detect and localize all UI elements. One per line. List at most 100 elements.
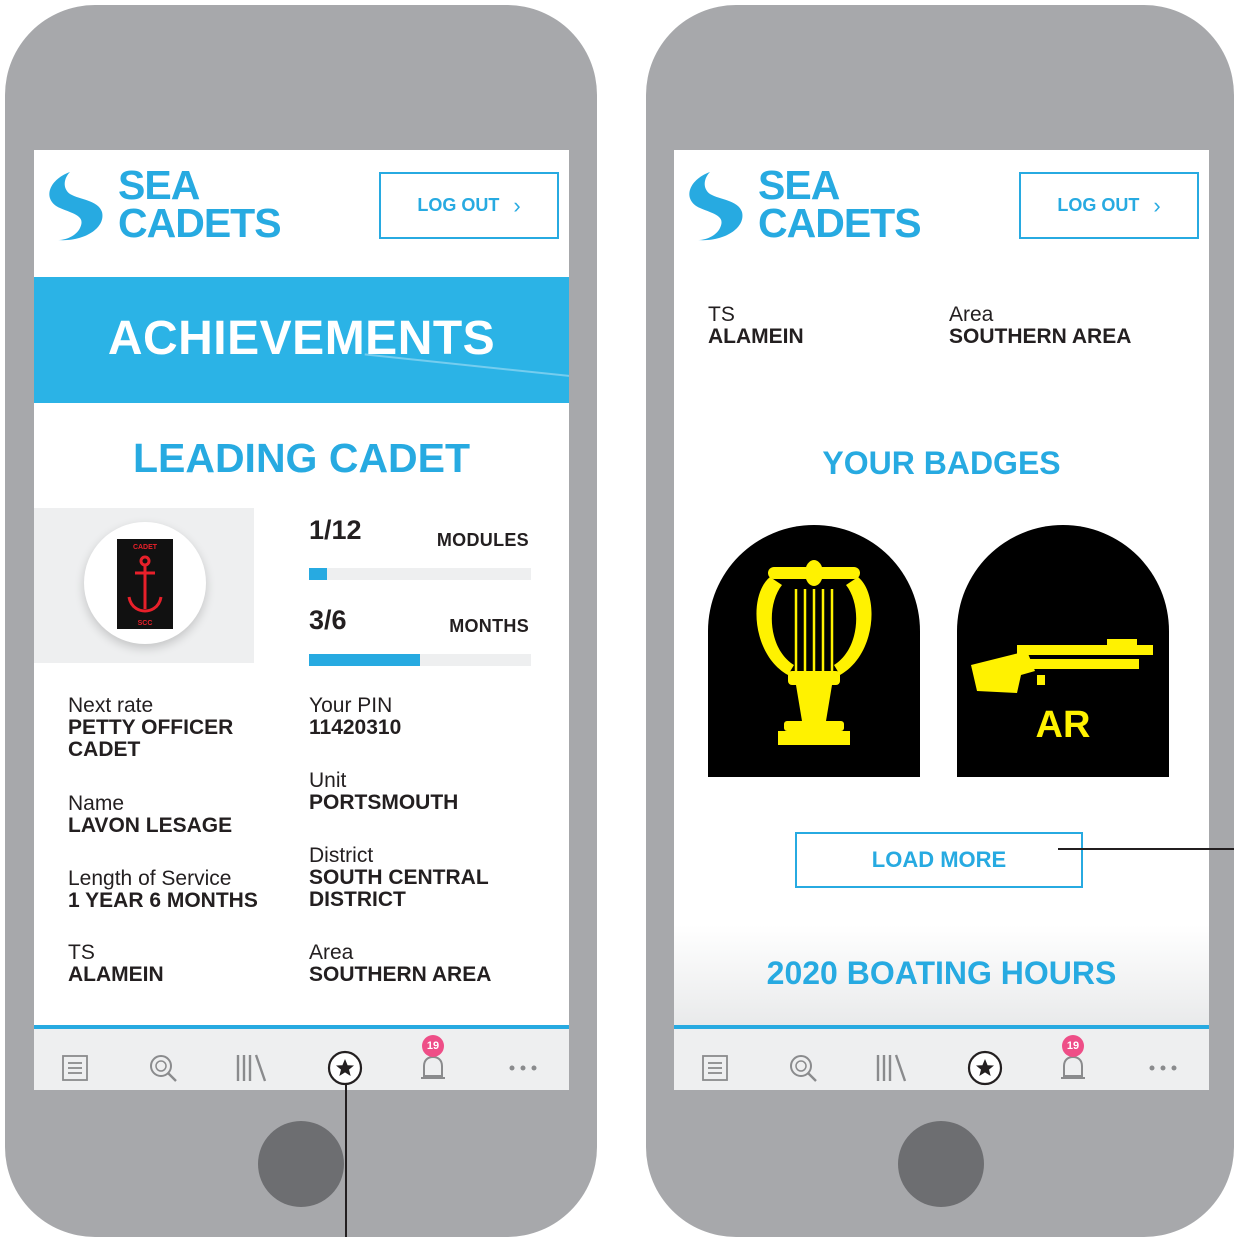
name-key: Name xyxy=(68,792,125,815)
months-progress-label: MONTHS xyxy=(449,616,529,636)
callout-line-tab xyxy=(345,1085,347,1237)
list-icon xyxy=(702,1055,728,1081)
current-rank-title: LEADING CADET xyxy=(132,435,471,481)
sea-cadets-logo: SEA CADETS xyxy=(40,162,310,248)
brand-line-2: CADETS xyxy=(118,200,282,246)
svg-text:CADET: CADET xyxy=(133,544,158,551)
rifle-badge[interactable]: AR xyxy=(957,525,1169,777)
name-info: Name LAVON LESAGE xyxy=(68,793,298,837)
brand-line-2: CADETS xyxy=(758,200,922,246)
tab-notifications[interactable]: 19 xyxy=(414,1035,452,1087)
ts-key: TS xyxy=(708,303,735,326)
area-info: Area SOUTHERN AREA xyxy=(949,304,1199,348)
notification-count-badge: 19 xyxy=(1062,1035,1084,1057)
length-of-service-key: Length of Service xyxy=(68,867,232,890)
anchor-icon: CADET SCC xyxy=(117,539,173,629)
area-info: Area SOUTHERN AREA xyxy=(309,942,559,986)
more-icon xyxy=(509,1065,537,1071)
tab-library[interactable] xyxy=(232,1049,270,1087)
library-icon xyxy=(876,1054,907,1082)
logout-button[interactable]: LOG OUT › xyxy=(379,172,559,239)
unit-key: Unit xyxy=(309,769,347,792)
badges-screen: SEA CADETS LOG OUT › TS ALAMEIN Area SOU… xyxy=(674,150,1209,1090)
next-rate-value: PETTY OFFICER CADET xyxy=(68,716,234,761)
tab-list[interactable] xyxy=(696,1049,734,1087)
ts-info: TS ALAMEIN xyxy=(68,942,288,986)
brand-wordmark: SEA CADETS xyxy=(758,162,922,246)
area-value: SOUTHERN AREA xyxy=(949,325,1132,348)
callout-line-load-more xyxy=(1058,848,1234,850)
months-progress-value: 3/6 xyxy=(309,605,347,635)
tab-achievements[interactable] xyxy=(326,1049,364,1087)
tab-bar: 19 xyxy=(674,1025,1209,1090)
musician-badge[interactable] xyxy=(708,525,920,777)
page-title: ACHIEVEMENTS xyxy=(107,312,496,365)
ts-info: TS ALAMEIN xyxy=(708,304,908,348)
logo-wave-icon xyxy=(49,172,103,241)
search-icon xyxy=(150,1055,177,1082)
tab-more[interactable] xyxy=(504,1049,542,1087)
length-of-service-info: Length of Service 1 YEAR 6 MONTHS xyxy=(68,868,308,912)
chevron-right-icon: › xyxy=(1153,192,1161,218)
notification-count-badge: 19 xyxy=(422,1035,444,1057)
pin-key: Your PIN xyxy=(309,694,393,717)
tab-search[interactable] xyxy=(784,1049,822,1087)
tab-more[interactable] xyxy=(1144,1049,1182,1087)
logout-button[interactable]: LOG OUT › xyxy=(1019,172,1199,239)
brand-line-1: SEA xyxy=(758,162,840,208)
load-more-button[interactable]: LOAD MORE xyxy=(795,832,1083,888)
phone-frame-achievements: SEA CADETS LOG OUT › ACHIEVEMENTS LEADIN… xyxy=(5,5,597,1237)
logout-label: LOG OUT xyxy=(1057,195,1140,215)
area-value: SOUTHERN AREA xyxy=(309,963,492,986)
rifle-icon: AR xyxy=(971,639,1153,746)
ts-key: TS xyxy=(68,941,95,964)
next-rate-key: Next rate xyxy=(68,694,154,717)
library-icon xyxy=(236,1054,267,1082)
months-progress-bar xyxy=(309,654,531,666)
brand-wordmark: SEA CADETS xyxy=(118,162,282,246)
unit-value: PORTSMOUTH xyxy=(309,791,459,814)
boating-hours-title: 2020 BOATING HOURS xyxy=(766,955,1117,991)
brand-line-1: SEA xyxy=(118,162,200,208)
home-button[interactable] xyxy=(898,1121,984,1207)
tab-list[interactable] xyxy=(56,1049,94,1087)
achievements-screen: SEA CADETS LOG OUT › ACHIEVEMENTS LEADIN… xyxy=(34,150,569,1090)
star-icon xyxy=(327,1050,363,1086)
area-key: Area xyxy=(949,303,994,326)
district-value: SOUTH CENTRAL DISTRICT xyxy=(309,866,489,911)
district-key: District xyxy=(309,844,374,867)
your-badges-title: YOUR BADGES xyxy=(822,445,1061,481)
tab-library[interactable] xyxy=(872,1049,910,1087)
tab-bar: 19 xyxy=(34,1025,569,1090)
logout-label: LOG OUT xyxy=(417,195,500,215)
tab-notifications[interactable]: 19 xyxy=(1054,1035,1092,1087)
logo-wave-icon xyxy=(689,172,743,241)
modules-progress-label: MODULES xyxy=(436,530,529,550)
achievements-banner: ACHIEVEMENTS xyxy=(34,277,569,403)
star-icon xyxy=(967,1050,1003,1086)
list-icon xyxy=(62,1055,88,1081)
modules-progress-value: 1/12 xyxy=(309,515,362,545)
next-rate-info: Next rate PETTY OFFICER CADET xyxy=(68,695,288,761)
pin-info: Your PIN 11420310 xyxy=(309,695,549,739)
ts-value: ALAMEIN xyxy=(708,325,804,348)
months-progress-fill xyxy=(309,654,420,666)
modules-progress-fill xyxy=(309,568,327,580)
sea-cadets-logo: SEA CADETS xyxy=(680,162,950,248)
search-icon xyxy=(790,1055,817,1082)
tab-search[interactable] xyxy=(144,1049,182,1087)
rank-insignia: CADET SCC xyxy=(84,522,206,644)
more-icon xyxy=(1149,1065,1177,1071)
pin-value: 11420310 xyxy=(309,716,402,739)
name-value: LAVON LESAGE xyxy=(68,814,233,837)
ts-value: ALAMEIN xyxy=(68,963,164,986)
length-of-service-value: 1 YEAR 6 MONTHS xyxy=(68,889,258,912)
app-header: SEA CADETS LOG OUT › xyxy=(674,150,1209,274)
app-header: SEA CADETS LOG OUT › xyxy=(34,150,569,274)
svg-text:AR: AR xyxy=(1036,704,1091,746)
phone-frame-badges: SEA CADETS LOG OUT › TS ALAMEIN Area SOU… xyxy=(646,5,1234,1237)
home-button[interactable] xyxy=(258,1121,344,1207)
tab-achievements[interactable] xyxy=(966,1049,1004,1087)
area-key: Area xyxy=(309,941,354,964)
chevron-right-icon: › xyxy=(513,192,521,218)
